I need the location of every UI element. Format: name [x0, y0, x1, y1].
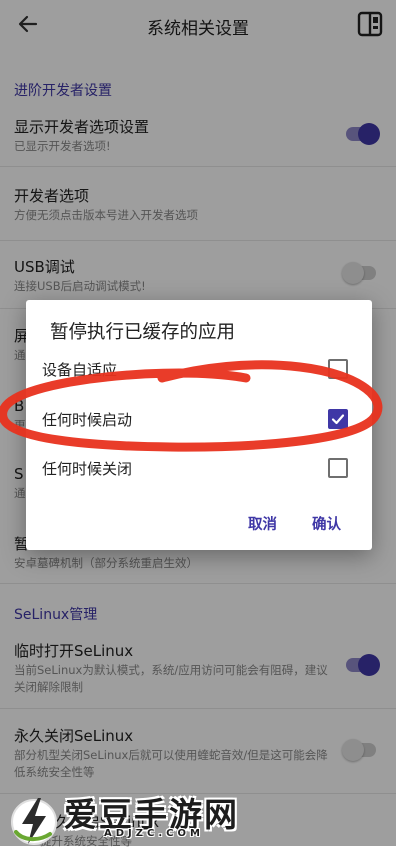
option-label: 设备自适应: [42, 361, 118, 379]
confirm-button[interactable]: 确认: [312, 513, 341, 534]
checkbox-unchecked-icon[interactable]: [328, 359, 348, 379]
option-label: 任何时候启动: [42, 411, 133, 429]
dialog-option-always-disable[interactable]: 任何时候关闭: [26, 445, 372, 493]
cancel-button[interactable]: 取消: [248, 513, 277, 534]
checkbox-checked-icon[interactable]: [328, 409, 348, 429]
dialog-title: 暂停执行已缓存的应用: [50, 322, 236, 343]
dialog-option-adaptive[interactable]: 设备自适应: [26, 346, 372, 394]
watermark: 爱豆手游网 ADJZC.COM: [0, 776, 396, 846]
option-label: 任何时候关闭: [42, 460, 133, 478]
checkbox-unchecked-icon[interactable]: [328, 458, 348, 478]
watermark-logo-icon: [11, 798, 57, 845]
choice-dialog: 暂停执行已缓存的应用 设备自适应 任何时候启动 任何时候关闭 取消 确认: [26, 300, 372, 550]
dialog-option-always-enable[interactable]: 任何时候启动: [26, 396, 372, 444]
watermark-url: ADJZC.COM: [104, 828, 204, 839]
